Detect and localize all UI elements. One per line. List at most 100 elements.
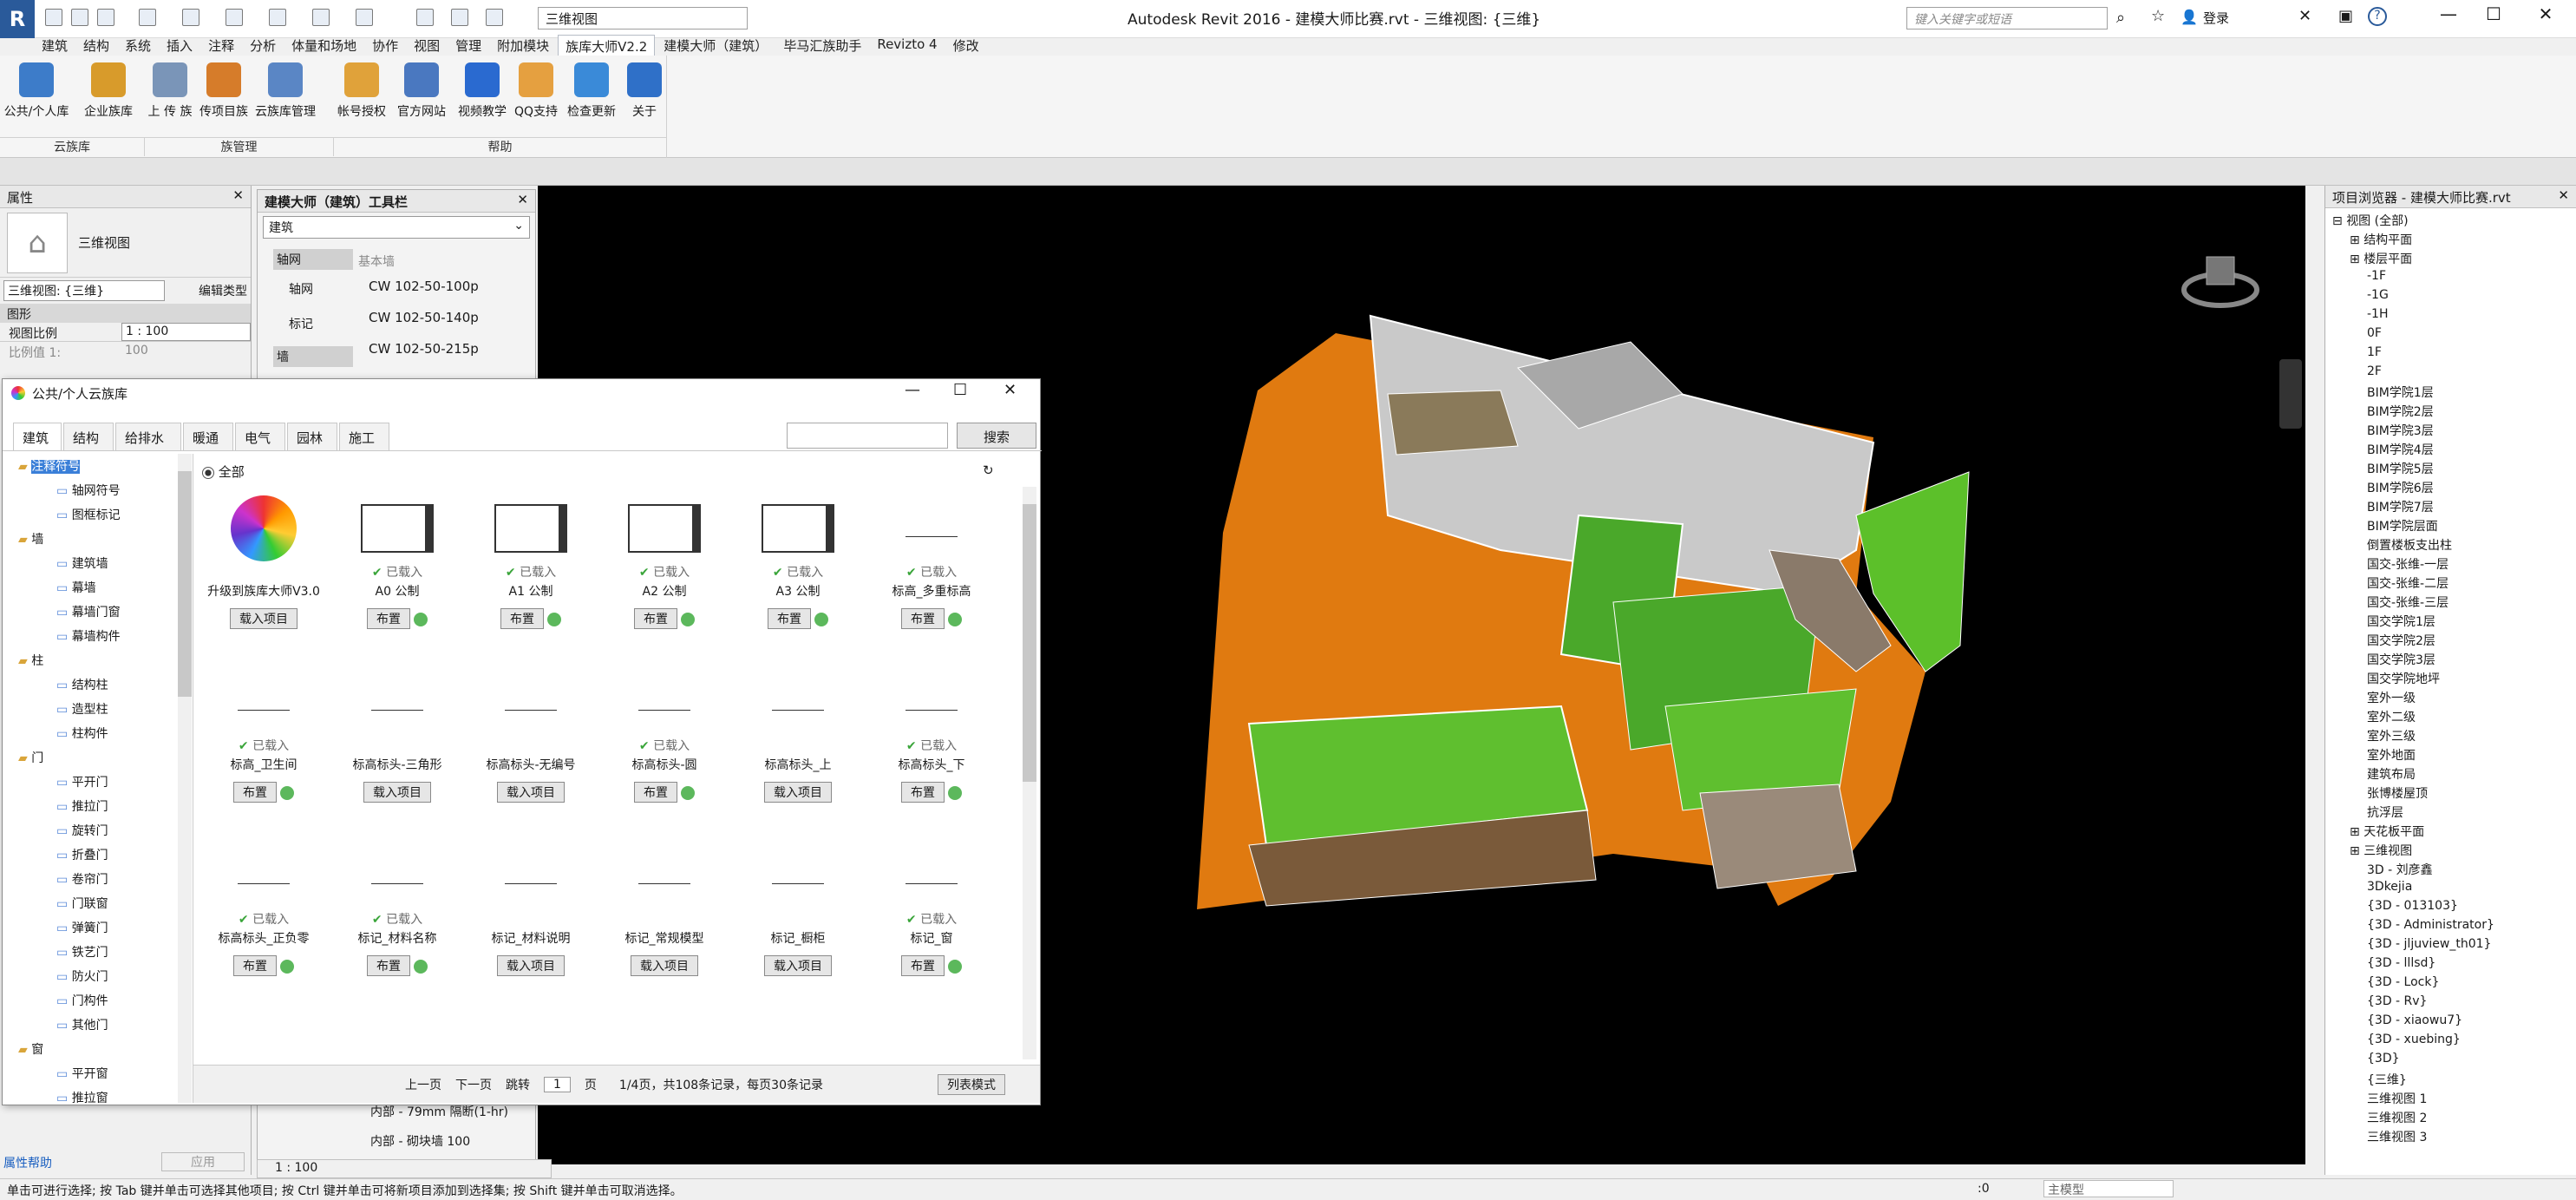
- family-thumbnail[interactable]: [361, 494, 434, 563]
- category-tree-item[interactable]: ▭ 推拉窗: [4, 1089, 193, 1103]
- place-button[interactable]: 布置: [634, 608, 677, 629]
- browser-tree-item[interactable]: 3D - 刘彦鑫: [2329, 861, 2573, 880]
- browser-tree-item[interactable]: BIM学院7层: [2329, 498, 2573, 517]
- ribbon-button[interactable]: 公共/个人库: [0, 59, 73, 130]
- expand-icon[interactable]: ⊞: [2350, 252, 2364, 266]
- browser-tree-item[interactable]: BIM学院2层: [2329, 403, 2573, 422]
- place-button[interactable]: 布置: [233, 955, 277, 976]
- category-tree-item[interactable]: ▰ 窗: [4, 1040, 193, 1065]
- browser-tree-item[interactable]: BIM学院3层: [2329, 422, 2573, 441]
- close-icon[interactable]: ✕: [517, 192, 528, 207]
- place-button[interactable]: 布置: [901, 955, 945, 976]
- family-thumbnail[interactable]: [628, 667, 701, 737]
- browser-tree-item[interactable]: {3D - Administrator}: [2329, 918, 2573, 937]
- family-thumbnail[interactable]: [628, 494, 701, 563]
- ribbon-button[interactable]: 关于: [623, 59, 666, 130]
- family-thumbnail[interactable]: [227, 667, 300, 737]
- category-tree-item[interactable]: ▰ 门: [4, 749, 193, 773]
- category-tree-item[interactable]: ▭ 轴网符号: [4, 482, 193, 506]
- category-tree-item[interactable]: ▭ 推拉门: [4, 797, 193, 822]
- thin-lines-icon[interactable]: [416, 9, 434, 26]
- ribbon-tab[interactable]: 体量和场地: [284, 35, 363, 56]
- family-thumbnail[interactable]: [494, 841, 567, 910]
- wall-type-item[interactable]: 内部 - 79mm 隔断(1-hr): [370, 1103, 508, 1120]
- close-button[interactable]: ✕: [2533, 3, 2559, 30]
- add-icon[interactable]: [414, 613, 428, 626]
- load-button[interactable]: 载入项目: [764, 782, 832, 803]
- expand-icon[interactable]: ⊞: [2350, 233, 2364, 247]
- star-icon[interactable]: ☆: [2151, 7, 2165, 25]
- ribbon-button[interactable]: 上 传 族: [144, 59, 196, 130]
- family-thumbnail[interactable]: [762, 667, 834, 737]
- browser-tree-item[interactable]: 室外一级: [2329, 689, 2573, 708]
- family-thumbnail[interactable]: [494, 667, 567, 737]
- maximize-button[interactable]: ☐: [2481, 3, 2507, 30]
- ribbon-tab[interactable]: 分析: [243, 35, 283, 56]
- load-button[interactable]: 载入项目: [497, 955, 565, 976]
- place-button[interactable]: 布置: [768, 608, 811, 629]
- dialog-tab[interactable]: 结构: [63, 423, 114, 450]
- switch-windows-icon[interactable]: [451, 9, 468, 26]
- close-icon[interactable]: ✕: [2558, 187, 2569, 203]
- add-icon[interactable]: [681, 786, 695, 800]
- category-tree-item[interactable]: ▭ 造型柱: [4, 700, 193, 725]
- binoculars-icon[interactable]: ⌕: [2116, 9, 2125, 27]
- browser-tree-item[interactable]: {3D - Rv}: [2329, 994, 2573, 1013]
- browser-tree-item[interactable]: {3D - Lock}: [2329, 975, 2573, 994]
- category-tree-item[interactable]: ▭ 折叠门: [4, 846, 193, 870]
- browser-tree-item[interactable]: 室外三级: [2329, 727, 2573, 746]
- load-button[interactable]: 载入项目: [764, 955, 832, 976]
- browser-tree-item[interactable]: ⊞ 结构平面: [2329, 231, 2573, 250]
- browser-tree-item[interactable]: -1G: [2329, 288, 2573, 307]
- browser-tree-item[interactable]: BIM学院1层: [2329, 384, 2573, 403]
- family-thumbnail[interactable]: [227, 494, 300, 563]
- add-icon[interactable]: [948, 786, 962, 800]
- browser-tree-item[interactable]: BIM学院4层: [2329, 441, 2573, 460]
- load-button[interactable]: 载入项目: [363, 782, 431, 803]
- side-group-wall[interactable]: 墙: [273, 346, 353, 367]
- browser-tree-item[interactable]: 1F: [2329, 345, 2573, 364]
- dialog-minimize-button[interactable]: —: [905, 381, 920, 399]
- help-icon[interactable]: ?: [2368, 7, 2387, 26]
- family-thumbnail[interactable]: [762, 494, 834, 563]
- dialog-maximize-button[interactable]: ☐: [953, 381, 967, 399]
- browser-tree-item[interactable]: ⊞ 楼层平面: [2329, 250, 2573, 269]
- ribbon-button[interactable]: 云族库管理: [252, 59, 319, 130]
- ribbon-tab[interactable]: 附加模块: [490, 35, 556, 56]
- dialog-tab[interactable]: 电气: [235, 423, 285, 450]
- instance-selector[interactable]: 三维视图: {三维}: [3, 280, 165, 301]
- expand-icon[interactable]: ⊞: [2350, 825, 2364, 839]
- browser-tree-item[interactable]: {3D - jljuview_th01}: [2329, 937, 2573, 956]
- side-group-grid[interactable]: 轴网: [273, 249, 353, 270]
- category-tree-item[interactable]: ▰ 注释符号: [4, 457, 193, 482]
- browser-tree-item[interactable]: 国交学院2层: [2329, 632, 2573, 651]
- browser-tree-item[interactable]: 国交学院地坪: [2329, 670, 2573, 689]
- category-tree-item[interactable]: ▭ 平开门: [4, 773, 193, 797]
- browser-tree-item[interactable]: ⊞ 天花板平面: [2329, 823, 2573, 842]
- ribbon-tab[interactable]: 毕马汇族助手: [776, 35, 868, 56]
- family-thumbnail[interactable]: [227, 841, 300, 910]
- category-tree-item[interactable]: ▭ 幕墙门窗: [4, 603, 193, 627]
- browser-tree-item[interactable]: 国交学院3层: [2329, 651, 2573, 670]
- family-thumbnail[interactable]: [895, 494, 968, 563]
- radio-all[interactable]: [202, 466, 214, 479]
- browser-tree-item[interactable]: 抗浮层: [2329, 803, 2573, 823]
- place-button[interactable]: 布置: [367, 955, 410, 976]
- dialog-tab[interactable]: 建筑: [13, 423, 62, 450]
- dialog-tab[interactable]: 施工: [339, 423, 389, 450]
- app-logo[interactable]: R: [0, 0, 35, 38]
- browser-tree-item[interactable]: {3D - lllsd}: [2329, 956, 2573, 975]
- add-icon[interactable]: [414, 960, 428, 974]
- browser-tree-item[interactable]: 0F: [2329, 326, 2573, 345]
- sync-icon[interactable]: [97, 9, 114, 26]
- add-icon[interactable]: [547, 613, 561, 626]
- browser-tree-item[interactable]: 建筑布局: [2329, 765, 2573, 784]
- family-thumbnail[interactable]: [361, 667, 434, 737]
- browser-tree-item[interactable]: {3D - 013103}: [2329, 899, 2573, 918]
- save-icon[interactable]: [71, 9, 88, 26]
- browser-tree-item[interactable]: BIM学院层面: [2329, 517, 2573, 536]
- add-icon[interactable]: [948, 613, 962, 626]
- add-icon[interactable]: [280, 960, 294, 974]
- dialog-tab[interactable]: 给排水: [115, 423, 181, 450]
- browser-tree-item[interactable]: {三维}: [2329, 1071, 2573, 1090]
